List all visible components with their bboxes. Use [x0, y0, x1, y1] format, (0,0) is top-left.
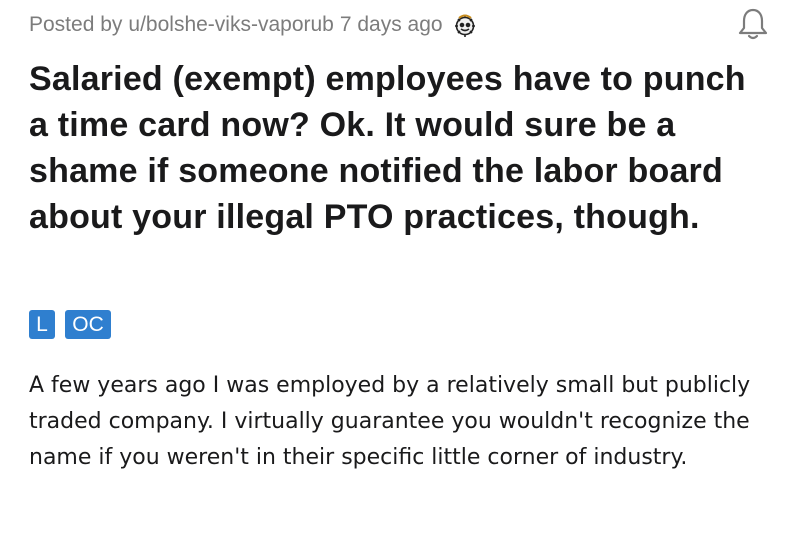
- post-age: 7 days ago: [339, 13, 443, 36]
- author-link[interactable]: u/bolshe-viks-vaporub: [128, 13, 333, 37]
- post-title[interactable]: Salaried (exempt) employees have to punc…: [29, 56, 769, 240]
- award-gear-icon[interactable]: [450, 10, 480, 40]
- flair-row: L OC: [29, 310, 111, 339]
- posted-by-label: Posted by: [29, 13, 123, 36]
- flair-badge-oc[interactable]: OC: [65, 310, 111, 339]
- post-body: A few years ago I was employed by a rela…: [29, 373, 751, 470]
- flair-badge-l[interactable]: L: [29, 310, 55, 339]
- post-meta: Posted by u/bolshe-viks-vaporub 7 days a…: [29, 8, 480, 42]
- bell-icon[interactable]: [736, 6, 770, 42]
